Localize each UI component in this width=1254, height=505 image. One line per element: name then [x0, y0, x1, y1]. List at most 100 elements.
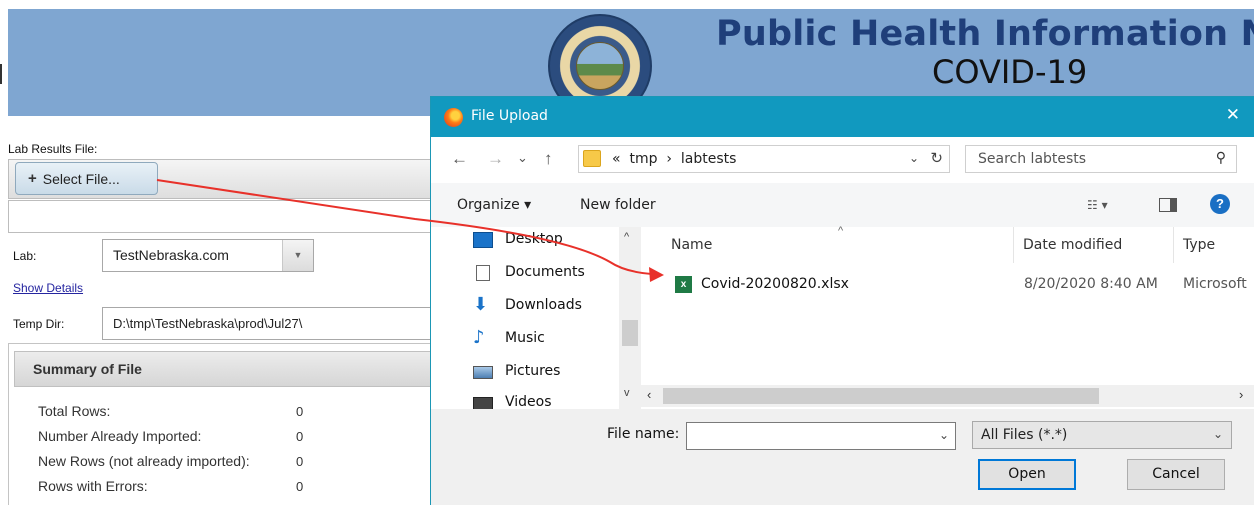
chevron-down-icon[interactable]: ⌄ [1213, 427, 1223, 441]
summary-row-value: 0 [296, 479, 304, 494]
file-list-hscrollbar[interactable]: ‹ › [641, 385, 1254, 407]
file-row[interactable]: x Covid-20200820.xlsx 8/20/2020 8:40 AM … [668, 270, 1254, 298]
address-bar[interactable]: « tmp › labtests ⌄ ↻ [578, 145, 950, 173]
dialog-title: File Upload [471, 108, 548, 124]
dialog-toolbar: Organize ▾ New folder ☷ ▾ ? [431, 183, 1254, 227]
left-edge-marker [0, 64, 2, 84]
excel-file-icon: x [675, 276, 692, 293]
chevron-down-icon[interactable]: ⌄ [939, 428, 949, 442]
new-folder-button[interactable]: New folder [580, 197, 656, 213]
search-input[interactable]: Search labtests ⚲ [965, 145, 1237, 173]
recent-locations-icon[interactable]: ⌄ [517, 150, 528, 166]
temp-dir-input[interactable]: D:\tmp\TestNebraska\prod\Jul27\ [102, 307, 448, 340]
scrollbar-thumb[interactable] [622, 320, 638, 346]
desktop-icon [473, 232, 493, 248]
column-header-date[interactable]: Date modified [1023, 237, 1122, 253]
show-details-link[interactable]: Show Details [13, 281, 83, 295]
summary-row-value: 0 [296, 454, 304, 469]
scroll-up-icon[interactable]: ^ [624, 231, 629, 243]
summary-row-label: Number Already Imported: [38, 428, 202, 444]
up-arrow-icon[interactable]: ↑ [544, 149, 553, 169]
tree-item-label: Downloads [505, 297, 582, 313]
summary-row-label: Rows with Errors: [38, 478, 148, 494]
summary-row-value: 0 [296, 429, 304, 444]
search-placeholder: Search labtests [978, 151, 1087, 167]
summary-title: Summary of File [14, 351, 448, 387]
column-header-name[interactable]: Name [671, 237, 712, 253]
scroll-down-icon[interactable]: v [624, 387, 630, 399]
search-icon: ⚲ [1215, 150, 1226, 166]
scroll-left-icon[interactable]: ‹ [647, 387, 651, 402]
file-upload-dialog: File Upload ✕ ← → ⌄ ↑ « tmp › labtests ⌄… [430, 96, 1254, 505]
breadcrumb-overflow[interactable]: « [612, 151, 621, 167]
file-name: Covid-20200820.xlsx [701, 276, 849, 292]
tree-item-label: Desktop [505, 231, 563, 247]
file-type-select[interactable]: All Files (*.*) ⌄ [972, 421, 1232, 449]
documents-icon [476, 265, 490, 281]
tree-item-label: Videos [505, 394, 552, 409]
tree-item-pictures[interactable]: Pictures [473, 363, 560, 379]
view-options-icon[interactable]: ☷ ▾ [1087, 198, 1108, 212]
file-name-label: File name: [607, 426, 680, 442]
tree-scrollbar[interactable]: ^ v [619, 227, 641, 409]
close-icon[interactable]: ✕ [1226, 105, 1240, 125]
help-icon[interactable]: ? [1210, 194, 1230, 214]
select-file-label: Select File... [42, 170, 120, 187]
chevron-down-icon[interactable]: ▼ [282, 240, 313, 271]
refresh-icon[interactable]: ↻ [930, 149, 943, 167]
tree-item-label: Documents [505, 264, 585, 280]
sort-ascending-icon: ^ [838, 225, 844, 237]
breadcrumb-item-labtests[interactable]: labtests [681, 151, 737, 167]
pictures-icon [473, 366, 493, 379]
column-header-type[interactable]: Type [1183, 237, 1215, 253]
tree-item-label: Music [505, 330, 545, 346]
organize-button[interactable]: Organize ▾ [457, 197, 531, 213]
dialog-title-bar: File Upload ✕ [431, 97, 1254, 137]
lab-label: Lab: [13, 249, 37, 263]
preview-pane-icon[interactable] [1159, 198, 1177, 212]
summary-row-label: Total Rows: [38, 403, 111, 419]
videos-icon [473, 397, 493, 409]
banner-subtitle: COVID-19 [932, 53, 1088, 91]
summary-row-label: New Rows (not already imported): [38, 453, 250, 469]
selected-file-display [8, 200, 448, 233]
navigation-tree: Desktop Documents ⬇ Downloads ♪ Music Pi… [431, 227, 641, 409]
breadcrumb-separator: › [666, 151, 673, 167]
folder-icon [583, 150, 601, 167]
address-row: ← → ⌄ ↑ « tmp › labtests ⌄ ↻ Search labt… [431, 137, 1254, 183]
tree-item-label: Pictures [505, 363, 561, 379]
tree-item-documents[interactable]: Documents [473, 264, 585, 281]
scrollbar-thumb[interactable] [663, 388, 1099, 404]
column-divider[interactable] [1173, 227, 1174, 263]
summary-row-value: 0 [296, 404, 304, 419]
tree-item-downloads[interactable]: ⬇ Downloads [473, 294, 582, 315]
file-type: Microsoft [1183, 276, 1247, 292]
firefox-icon [444, 108, 463, 127]
column-divider[interactable] [1013, 227, 1014, 263]
tree-item-music[interactable]: ♪ Music [473, 327, 545, 348]
lab-results-label: Lab Results File: [8, 142, 98, 156]
tree-item-desktop[interactable]: Desktop [473, 231, 563, 248]
music-icon: ♪ [473, 327, 485, 348]
dialog-footer: File name: ⌄ All Files (*.*) ⌄ Open Canc… [431, 409, 1254, 505]
lab-select-value: TestNebraska.com [113, 247, 229, 263]
downloads-icon: ⬇ [473, 294, 489, 315]
forward-arrow-icon[interactable]: → [487, 149, 504, 169]
scroll-right-icon[interactable]: › [1239, 387, 1243, 402]
lab-select[interactable]: TestNebraska.com ▼ [102, 239, 314, 272]
breadcrumb-item-tmp[interactable]: tmp [629, 151, 657, 167]
open-button[interactable]: Open [978, 459, 1076, 490]
file-type-value: All Files (*.*) [981, 427, 1068, 443]
plus-icon: + [28, 170, 37, 187]
chevron-down-icon[interactable]: ⌄ [909, 151, 919, 165]
file-name-input[interactable]: ⌄ [686, 422, 956, 450]
breadcrumb: « tmp › labtests [612, 151, 736, 167]
banner-title: Public Health Information Net [716, 14, 1254, 54]
back-arrow-icon[interactable]: ← [451, 149, 468, 169]
temp-dir-label: Temp Dir: [13, 317, 65, 331]
cancel-button[interactable]: Cancel [1127, 459, 1225, 490]
tree-item-videos[interactable]: Videos [473, 394, 552, 409]
file-list: Name ^ Date modified Type x Covid-202008… [641, 225, 1254, 385]
select-file-button[interactable]: + Select File... [15, 162, 158, 195]
file-date: 8/20/2020 8:40 AM [1024, 276, 1158, 292]
